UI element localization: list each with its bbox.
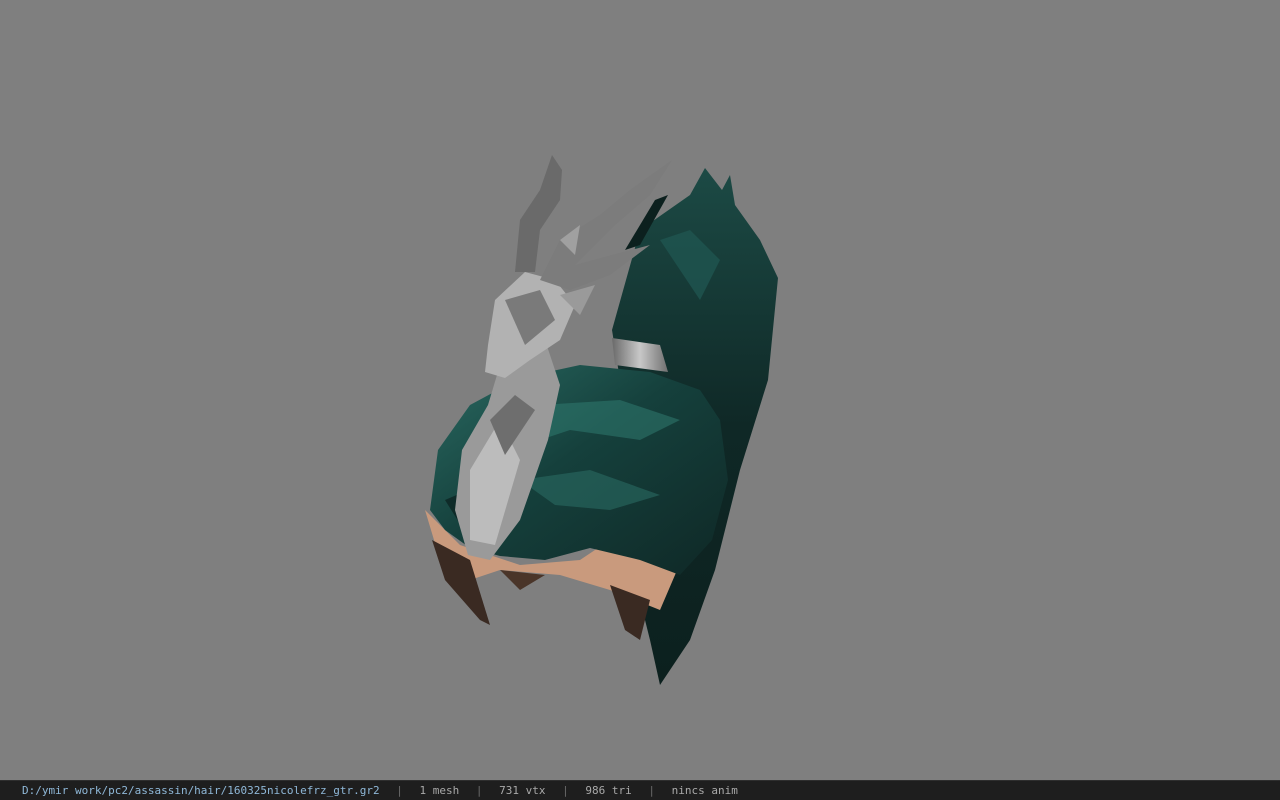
separator: | xyxy=(396,784,403,797)
animation-status: nincs anim xyxy=(671,784,738,797)
separator: | xyxy=(475,784,483,797)
triangle-count: 986 tri xyxy=(585,784,632,797)
file-path: D:/ymir work/pc2/assassin/hair/160325nic… xyxy=(22,784,380,797)
vertex-count: 731 vtx xyxy=(499,784,546,797)
separator: | xyxy=(562,784,569,797)
separator: | xyxy=(648,784,655,797)
status-bar: D:/ymir work/pc2/assassin/hair/160325nic… xyxy=(0,780,1280,800)
hair-model-render xyxy=(425,155,778,685)
mesh-count: 1 mesh xyxy=(419,784,460,797)
3d-viewport[interactable] xyxy=(0,0,1280,780)
